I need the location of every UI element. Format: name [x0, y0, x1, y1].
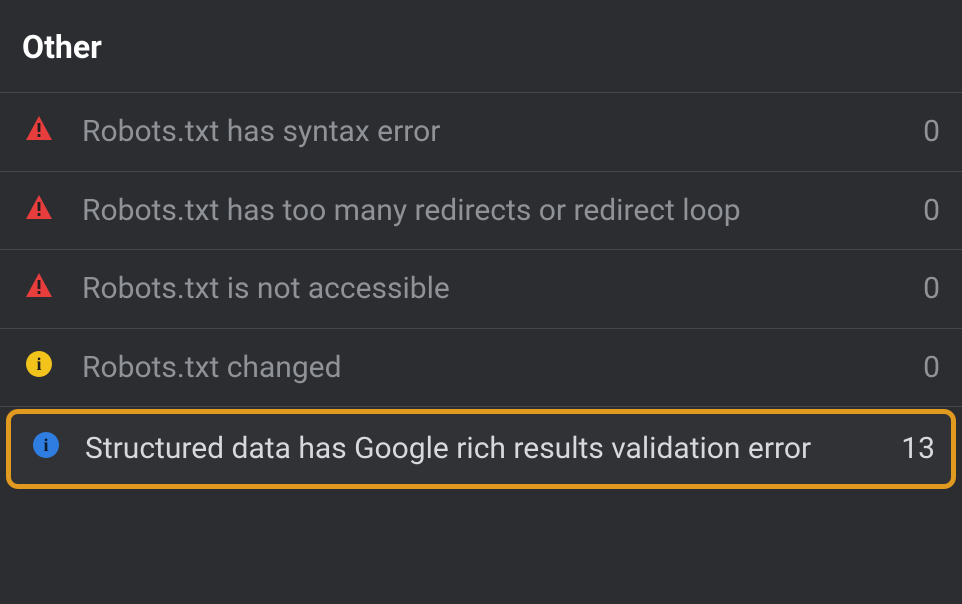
section-title: Other	[0, 0, 962, 93]
issues-list: Robots.txt has syntax error 0 Robots.txt…	[0, 93, 962, 495]
issue-label: Robots.txt changed	[82, 349, 874, 387]
issue-count: 0	[900, 270, 940, 308]
issue-count: 0	[900, 192, 940, 230]
issue-row[interactable]: i Robots.txt changed 0	[0, 329, 962, 408]
issue-row-highlighted[interactable]: i Structured data has Google rich result…	[6, 409, 956, 489]
issue-row[interactable]: Robots.txt has too many redirects or red…	[0, 172, 962, 251]
issue-label: Robots.txt has too many redirects or red…	[82, 192, 874, 230]
error-triangle-icon	[22, 113, 56, 141]
issue-row[interactable]: Robots.txt is not accessible 0	[0, 250, 962, 329]
issue-count: 13	[895, 430, 935, 468]
issue-count: 0	[900, 113, 940, 151]
info-circle-icon: i	[29, 430, 63, 458]
issue-count: 0	[900, 349, 940, 387]
error-triangle-icon	[22, 192, 56, 220]
issue-row[interactable]: Robots.txt has syntax error 0	[0, 93, 962, 172]
warning-circle-icon: i	[22, 349, 56, 377]
issues-panel-other: Other Robots.txt has syntax error 0	[0, 0, 962, 604]
issue-label: Robots.txt has syntax error	[82, 113, 874, 151]
error-triangle-icon	[22, 270, 56, 298]
issue-label: Robots.txt is not accessible	[82, 270, 874, 308]
issue-label: Structured data has Google rich results …	[85, 430, 873, 468]
